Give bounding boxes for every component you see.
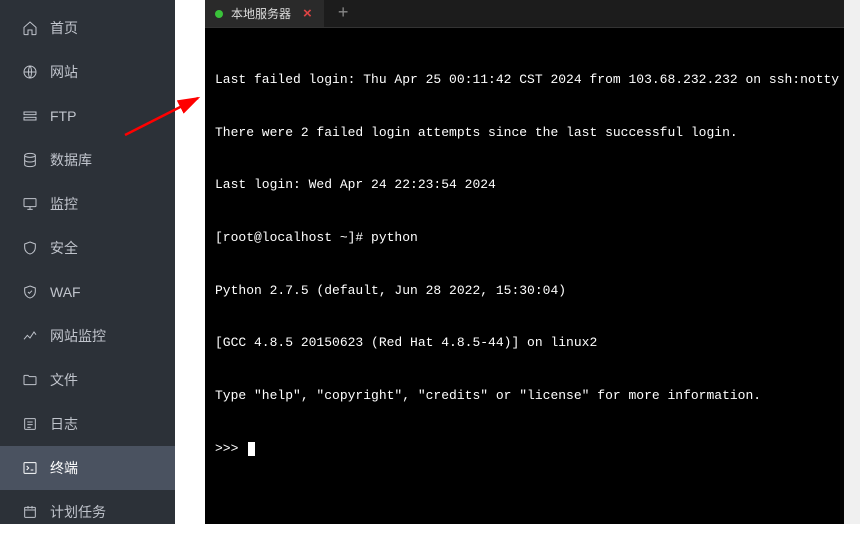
waf-icon	[22, 284, 38, 300]
add-tab-button[interactable]: +	[324, 4, 363, 24]
sidebar-item-label: 网站	[50, 62, 78, 82]
sidebar-item-label: 安全	[50, 238, 78, 258]
sidebar-item-security[interactable]: 安全	[0, 226, 175, 270]
close-tab-icon[interactable]: ×	[299, 5, 316, 22]
log-icon	[22, 416, 38, 432]
home-icon	[22, 20, 38, 36]
sidebar-item-ftp[interactable]: FTP	[0, 94, 175, 138]
terminal-line: There were 2 failed login attempts since…	[215, 124, 850, 142]
ftp-icon	[22, 108, 38, 124]
terminal-tab[interactable]: 本地服务器 ×	[205, 0, 324, 27]
terminal-line: [root@localhost ~]# python	[215, 229, 850, 247]
sidebar-item-label: 监控	[50, 194, 78, 214]
shield-icon	[22, 240, 38, 256]
monitor-icon	[22, 196, 38, 212]
tab-title: 本地服务器	[231, 5, 291, 22]
sidebar-item-label: 计划任务	[50, 502, 106, 522]
sidebar-item-home[interactable]: 首页	[0, 6, 175, 50]
sidebar-item-waf[interactable]: WAF	[0, 270, 175, 314]
schedule-icon	[22, 504, 38, 520]
globe-icon	[22, 64, 38, 80]
terminal-line: Python 2.7.5 (default, Jun 28 2022, 15:3…	[215, 282, 850, 300]
sidebar-item-label: 网站监控	[50, 326, 106, 346]
sidebar: 首页 网站 FTP 数据库 监控 安全 WAF 网站监控	[0, 0, 175, 524]
scrollbar[interactable]	[844, 0, 860, 524]
sidebar-item-files[interactable]: 文件	[0, 358, 175, 402]
sidebar-item-database[interactable]: 数据库	[0, 138, 175, 182]
sidebar-item-label: 日志	[50, 414, 78, 434]
chart-icon	[22, 328, 38, 344]
sidebar-item-label: FTP	[50, 108, 76, 124]
terminal-line: [GCC 4.8.5 20150623 (Red Hat 4.8.5-44)] …	[215, 334, 850, 352]
sidebar-item-monitor[interactable]: 监控	[0, 182, 175, 226]
main-area: 本地服务器 × + Last failed login: Thu Apr 25 …	[175, 0, 860, 524]
sidebar-item-label: 终端	[50, 458, 78, 478]
sidebar-item-label: WAF	[50, 284, 81, 300]
sidebar-item-terminal[interactable]: 终端	[0, 446, 175, 490]
sidebar-item-label: 首页	[50, 18, 78, 38]
cursor-icon	[248, 442, 255, 456]
sidebar-item-logs[interactable]: 日志	[0, 402, 175, 446]
tab-bar: 本地服务器 × +	[205, 0, 860, 28]
sidebar-item-website[interactable]: 网站	[0, 50, 175, 94]
database-icon	[22, 152, 38, 168]
terminal-icon	[22, 460, 38, 476]
terminal-line: Last login: Wed Apr 24 22:23:54 2024	[215, 176, 850, 194]
terminal-output[interactable]: Last failed login: Thu Apr 25 00:11:42 C…	[205, 28, 860, 524]
terminal-line: Type "help", "copyright", "credits" or "…	[215, 387, 850, 405]
sidebar-item-label: 文件	[50, 370, 78, 390]
sidebar-item-sitemonitor[interactable]: 网站监控	[0, 314, 175, 358]
folder-icon	[22, 372, 38, 388]
sidebar-item-label: 数据库	[50, 150, 92, 170]
status-dot-icon	[215, 10, 223, 18]
terminal-panel: 本地服务器 × + Last failed login: Thu Apr 25 …	[205, 0, 860, 524]
terminal-line: Last failed login: Thu Apr 25 00:11:42 C…	[215, 71, 850, 89]
sidebar-item-cron[interactable]: 计划任务	[0, 490, 175, 534]
terminal-prompt: >>>	[215, 440, 850, 458]
